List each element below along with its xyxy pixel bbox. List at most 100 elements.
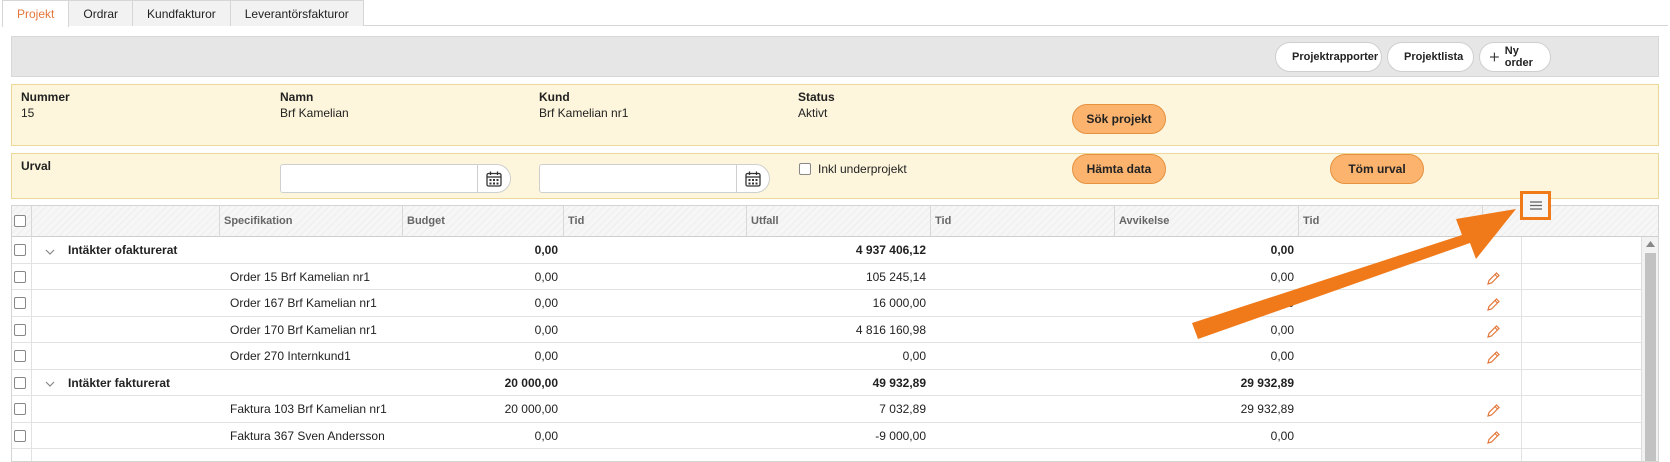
calendar-icon[interactable] — [736, 165, 769, 192]
pencil-icon[interactable] — [1486, 343, 1501, 371]
row-utfall: 4 937 406,12 — [855, 243, 926, 257]
header-deviation[interactable]: Avvikelse — [1114, 206, 1298, 237]
selection-label: Urval — [21, 159, 52, 173]
row-budget: 0,00 — [534, 322, 558, 337]
header-expand — [31, 206, 219, 237]
tab-leverantorsfakturor[interactable]: Leverantörsfakturor — [229, 0, 364, 26]
header-budget[interactable]: Budget — [402, 206, 563, 237]
row-deviation: 0,00 — [1270, 428, 1294, 443]
pencil-icon[interactable] — [1486, 423, 1501, 451]
selection-panel: Urval Inkl underprojekt Hämta data Töm u… — [11, 153, 1659, 199]
row-utfall: 49 932,89 — [872, 375, 926, 390]
tab-bar: Projekt Ordrar Kundfakturor Leverantörsf… — [2, 0, 1668, 27]
new-order-button[interactable]: Ny order — [1479, 42, 1551, 72]
header-specification[interactable]: Specifikation — [219, 206, 402, 237]
row-deviation: 29 932,89 — [1240, 375, 1294, 390]
select-all-checkbox[interactable] — [14, 215, 26, 227]
clear-selection-button[interactable]: Töm urval — [1330, 154, 1424, 184]
table-row[interactable]: Order 167 Brf Kamelian nr1 0,00 16 000,00 0… — [12, 290, 1648, 317]
pencil-icon[interactable] — [1486, 264, 1501, 292]
row-utfall: 105 245,14 — [865, 269, 926, 284]
row-deviation: 0,00 — [1270, 269, 1294, 284]
row-budget: 0,00 — [534, 349, 558, 363]
chevron-down-icon[interactable] — [45, 370, 55, 398]
row-checkbox[interactable] — [14, 429, 26, 442]
row-deviation: 0,00 — [1270, 349, 1294, 363]
row-checkbox[interactable] — [14, 376, 26, 389]
table-row[interactable]: Faktura 367 Sven Andersson 0,00 -9 000,00 0… — [12, 423, 1648, 451]
row-checkbox[interactable] — [14, 244, 26, 256]
menu-icon — [1529, 201, 1542, 210]
row-checkbox[interactable] — [14, 403, 26, 415]
scroll-up-icon[interactable] — [1646, 241, 1655, 247]
row-checkbox[interactable] — [14, 270, 26, 283]
customer-label: Kund — [539, 90, 570, 104]
header-budget-time[interactable]: Tid — [563, 206, 746, 237]
project-reports-label: Projektrapporter — [1292, 51, 1379, 63]
table-row[interactable]: Order 270 Internkund1 0,00 0,00 0,00 — [12, 343, 1648, 370]
row-budget: 0,00 — [534, 428, 558, 443]
include-subprojects-checkbox[interactable] — [799, 163, 811, 175]
row-budget: 20 000,00 — [504, 402, 558, 416]
vertical-scrollbar[interactable] — [1641, 237, 1658, 461]
status-label: Status — [798, 90, 835, 104]
row-utfall: 7 032,89 — [879, 402, 926, 416]
toolbar: Projektrapporter Projektlista Ny order — [11, 36, 1659, 77]
header-utfall[interactable]: Utfall — [746, 206, 930, 237]
date-to-input[interactable] — [539, 164, 770, 193]
chevron-down-icon[interactable] — [45, 237, 55, 265]
row-utfall: 16 000,00 — [872, 296, 926, 310]
table-row[interactable]: Faktura 103 Brf Kamelian nr1 20 000,00 7 0… — [12, 396, 1648, 423]
row-utfall: -9 000,00 — [875, 428, 926, 443]
project-list-button[interactable]: Projektlista — [1387, 42, 1474, 72]
row-checkbox[interactable] — [14, 350, 26, 362]
project-grid: Specifikation Budget Tid Utfall Tid Avvi… — [11, 205, 1659, 462]
grid-header: Specifikation Budget Tid Utfall Tid Avvi… — [12, 206, 1658, 237]
row-budget: 0,00 — [534, 296, 558, 310]
new-order-label: Ny order — [1504, 45, 1533, 69]
group-row[interactable]: Intäkter ofakturerat 0,00 4 937 406,12 0,00 — [12, 237, 1648, 264]
pencil-icon[interactable] — [1486, 317, 1501, 345]
row-deviation: 0,00 — [1270, 322, 1294, 337]
tab-ordrar[interactable]: Ordrar — [68, 0, 134, 26]
name-label: Namn — [280, 90, 314, 104]
project-list-label: Projektlista — [1404, 51, 1464, 63]
row-budget: 20 000,00 — [504, 375, 558, 390]
row-specification: Intäkter ofakturerat — [68, 243, 178, 257]
date-from-input[interactable] — [280, 164, 511, 193]
row-checkbox[interactable] — [14, 323, 26, 336]
name-value: Brf Kamelian — [280, 106, 349, 120]
header-deviation-time[interactable]: Tid — [1298, 206, 1482, 237]
include-subprojects-label: Inkl underprojekt — [818, 162, 907, 176]
column-menu-button[interactable] — [1520, 191, 1551, 220]
row-checkbox[interactable] — [14, 297, 26, 309]
row-budget: 0,00 — [534, 243, 558, 257]
number-label: Nummer — [21, 90, 70, 104]
group-row[interactable]: Intäkter fakturerat 20 000,00 49 932,89 29 … — [12, 370, 1648, 398]
header-action — [1482, 206, 1521, 237]
pencil-icon[interactable] — [1486, 290, 1501, 318]
number-value: 15 — [21, 106, 35, 120]
tab-projekt[interactable]: Projekt — [2, 0, 70, 27]
fetch-data-button[interactable]: Hämta data — [1072, 154, 1166, 184]
row-deviation: 29 932,89 — [1240, 402, 1294, 416]
header-utfall-time[interactable]: Tid — [930, 206, 1114, 237]
status-value: Aktivt — [798, 106, 828, 120]
project-info-panel: Nummer 15 Namn Brf Kamelian Kund Brf Kam… — [11, 84, 1659, 146]
scrollbar-thumb[interactable] — [1645, 253, 1656, 461]
row-budget: 0,00 — [534, 269, 558, 284]
row-deviation: 0,00 — [1270, 243, 1294, 257]
project-reports-button[interactable]: Projektrapporter — [1275, 42, 1382, 72]
row-deviation: 0,00 — [1270, 296, 1294, 310]
row-specification: Intäkter fakturerat — [68, 375, 171, 390]
row-utfall: 4 816 160,98 — [855, 322, 926, 337]
row-utfall: 0,00 — [902, 349, 926, 363]
plus-icon — [1490, 52, 1499, 62]
customer-value: Brf Kamelian nr1 — [539, 106, 629, 120]
tab-kundfakturor[interactable]: Kundfakturor — [132, 0, 231, 26]
pencil-icon[interactable] — [1486, 396, 1501, 424]
search-project-button[interactable]: Sök projekt — [1072, 104, 1166, 134]
table-row[interactable]: Order 15 Brf Kamelian nr1 0,00 105 245,14 0… — [12, 264, 1648, 292]
calendar-icon[interactable] — [477, 165, 510, 192]
table-row[interactable]: Order 170 Brf Kamelian nr1 0,00 4 816 160,… — [12, 317, 1648, 345]
